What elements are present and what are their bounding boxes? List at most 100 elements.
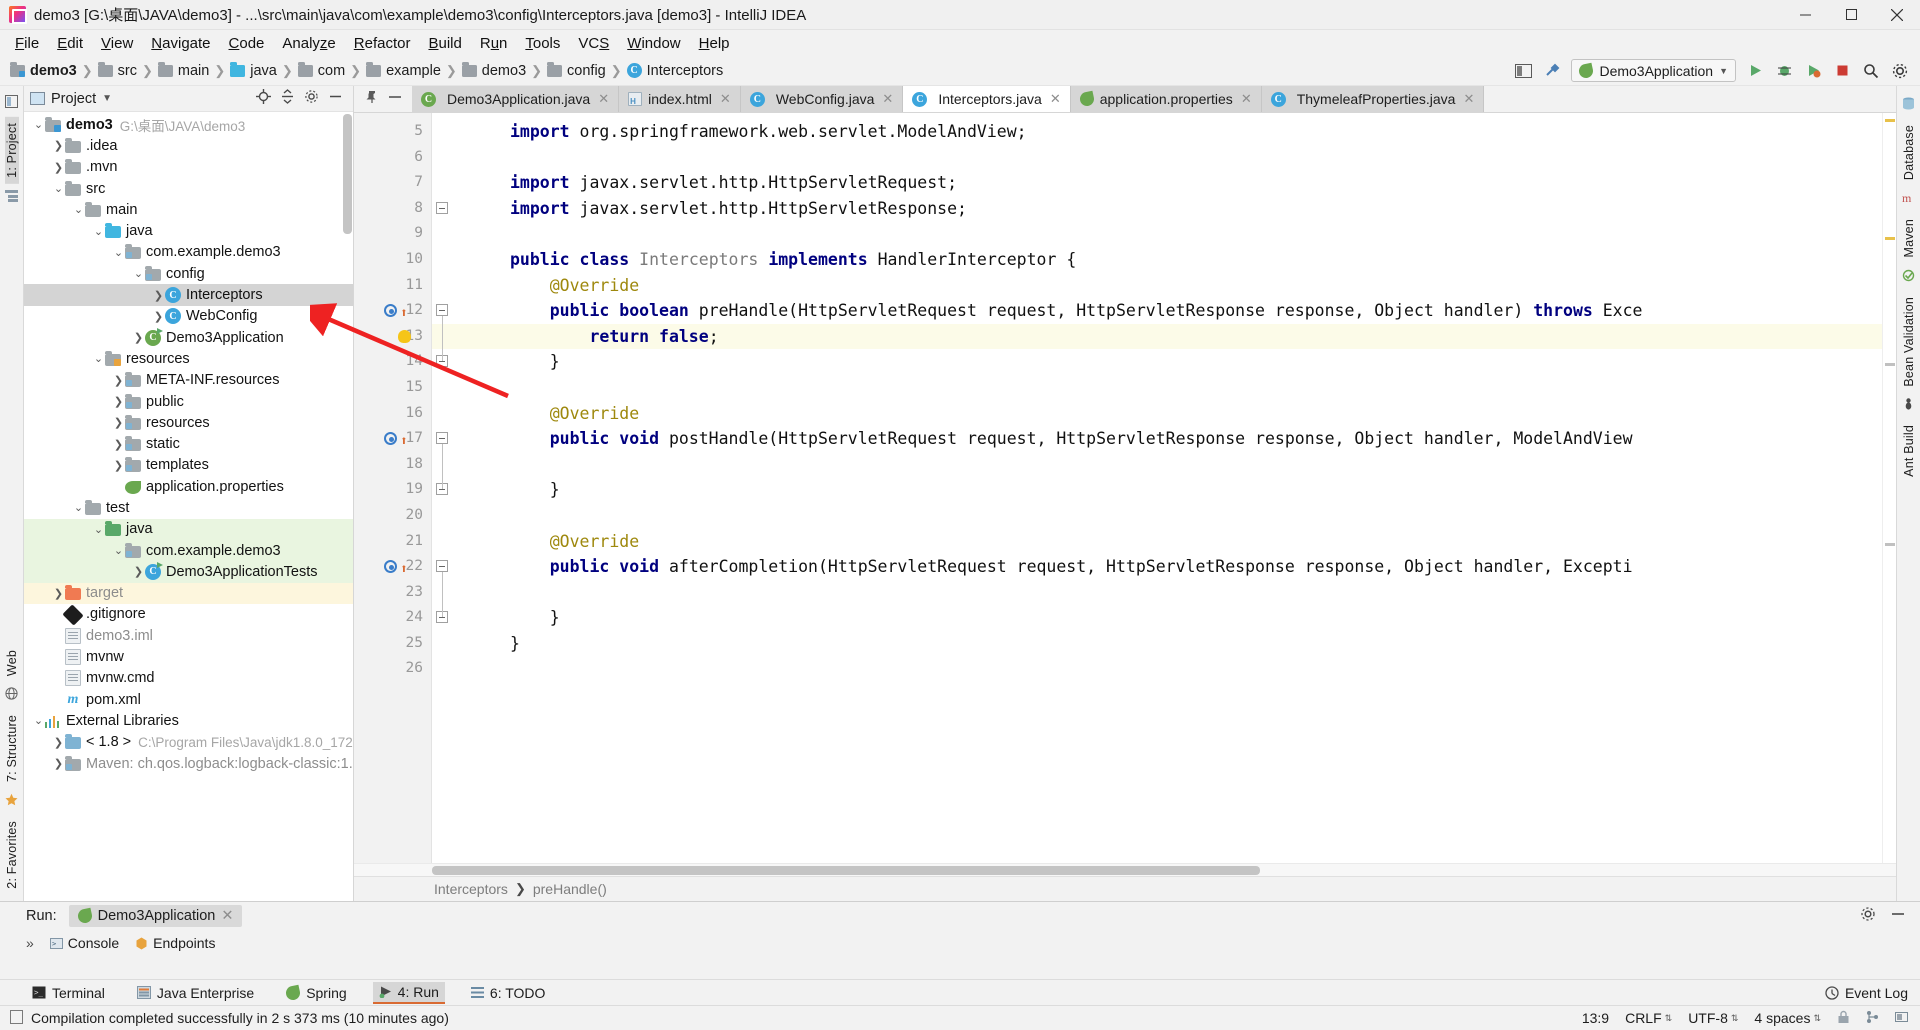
tree-node-interceptors[interactable]: ❯ C Interceptors <box>24 284 353 306</box>
hammer-icon[interactable] <box>1542 61 1562 81</box>
tree-node-gitignore[interactable]: .gitignore <box>24 604 353 626</box>
gutter-line-25[interactable]: 25 <box>354 631 431 657</box>
run-subtab-endpoints[interactable]: Endpoints <box>135 935 215 951</box>
tree-node-test[interactable]: ⌄ test <box>24 497 353 518</box>
tree-node-templates[interactable]: ❯ templates <box>24 455 353 476</box>
tree-node-demo3application[interactable]: ❯ C Demo3Application <box>24 327 353 348</box>
gutter-line-7[interactable]: 7 <box>354 170 431 196</box>
code-line-14[interactable]: } <box>432 349 1882 375</box>
tree-node-config[interactable]: ⌄ config <box>24 263 353 284</box>
breadcrumb-class[interactable]: Interceptors <box>434 881 508 897</box>
code-line-8[interactable]: import javax.servlet.http.HttpServletRes… <box>432 196 1882 222</box>
tree-node-external-libraries[interactable]: ⌄ External Libraries <box>24 710 353 731</box>
code-line-13[interactable]: return false; <box>432 323 1882 350</box>
stop-icon[interactable] <box>1832 61 1852 81</box>
hide-panel-icon[interactable] <box>328 89 343 108</box>
run-gutter-icon[interactable] <box>384 432 397 446</box>
event-log-button[interactable]: Event Log <box>1825 985 1908 1001</box>
project-tree[interactable]: ⌄ demo3 G:\桌面\JAVA\demo3 ❯ .idea ❯ .mvn ⌄ src ⌄ ma… <box>24 112 353 901</box>
scroll-from-source-icon[interactable] <box>256 89 271 108</box>
lock-icon[interactable] <box>1837 1010 1850 1027</box>
database-icon[interactable] <box>1902 97 1915 114</box>
editor-tab-interceptors-java[interactable]: C Interceptors.java ✕ <box>903 86 1071 112</box>
gutter-line-13[interactable]: 13 <box>354 324 431 350</box>
close-button[interactable] <box>1874 0 1920 30</box>
tree-node-static[interactable]: ❯ static <box>24 433 353 454</box>
breadcrumb-method[interactable]: preHandle() <box>533 881 607 897</box>
code-line-16[interactable]: @Override <box>432 401 1882 427</box>
twisty-expanded-icon[interactable]: ⌄ <box>72 203 85 216</box>
navbar-crumb-demo3[interactable]: demo3 <box>10 61 77 79</box>
tree-node-demo3applicationtests[interactable]: ❯ C Demo3ApplicationTests <box>24 561 353 583</box>
sidebar-item-maven[interactable]: Maven <box>1902 213 1916 264</box>
gutter-line-8[interactable]: 8 <box>354 196 431 222</box>
tree-node-src[interactable]: ⌄ src <box>24 178 353 199</box>
twisty-expanded-icon[interactable]: ⌄ <box>92 352 105 365</box>
editor-tab-index-html[interactable]: index.html ✕ <box>619 86 741 112</box>
tree-node-webconfig[interactable]: ❯ C WebConfig <box>24 306 353 327</box>
preview-icon[interactable] <box>1513 61 1533 81</box>
tree-node-pom-xml[interactable]: m pom.xml <box>24 689 353 710</box>
tool-button-terminal[interactable]: >_ Terminal <box>26 983 111 1003</box>
gutter-line-18[interactable]: 18 <box>354 452 431 478</box>
run-configuration-selector[interactable]: Demo3Application ▼ <box>1571 59 1736 82</box>
twisty-collapsed-icon[interactable]: ❯ <box>52 587 65 600</box>
tree-node-mvnw[interactable]: mvnw <box>24 646 353 667</box>
twisty-expanded-icon[interactable]: ⌄ <box>72 501 85 514</box>
maximize-button[interactable] <box>1828 0 1874 30</box>
tree-node-meta-inf-resources[interactable]: ❯ META-INF.resources <box>24 370 353 391</box>
close-icon[interactable]: ✕ <box>221 908 233 924</box>
code-line-5[interactable]: import org.springframework.web.servlet.M… <box>432 119 1882 145</box>
tree-node-demo3[interactable]: ⌄ demo3 G:\桌面\JAVA\demo3 <box>24 114 353 135</box>
close-icon[interactable]: ✕ <box>598 91 609 107</box>
navbar-crumb-interceptors[interactable]: C Interceptors <box>626 63 723 79</box>
menu-help[interactable]: Help <box>690 33 739 54</box>
collapse-all-icon[interactable] <box>280 89 295 108</box>
run-tab-demo3application[interactable]: Demo3Application ✕ <box>68 905 243 927</box>
gutter-line-15[interactable]: 15 <box>354 375 431 401</box>
search-icon[interactable] <box>1861 61 1881 81</box>
memory-indicator-icon[interactable] <box>1895 1010 1908 1027</box>
sidebar-item-bean-validation[interactable]: Bean Validation <box>1902 291 1916 393</box>
editor-gutter[interactable]: 5 6 7 8 9 10 11 ⬆ 12 13 14 15 16 ⬆ 17 18 19 20 21 ⬆ 22 23 24 25… <box>354 113 432 863</box>
error-stripe-marker-pane[interactable] <box>1882 113 1896 863</box>
twisty-collapsed-icon[interactable]: ❯ <box>52 736 65 749</box>
sidebar-item-favorites[interactable]: 2: Favorites <box>5 815 19 895</box>
tree-node-mvn[interactable]: ❯ .mvn <box>24 157 353 178</box>
twisty-expanded-icon[interactable]: ⌄ <box>92 225 105 238</box>
hide-editor-icon[interactable] <box>388 90 402 108</box>
tree-node-resources[interactable]: ⌄ resources <box>24 348 353 369</box>
close-icon[interactable]: ✕ <box>1241 91 1252 107</box>
code-line-11[interactable]: @Override <box>432 273 1882 299</box>
tree-node-com-example-demo3[interactable]: ⌄ com.example.demo3 <box>24 539 353 562</box>
code-line-20[interactable] <box>432 503 1882 529</box>
sidebar-item-database[interactable]: Database <box>1902 119 1916 186</box>
menu-run[interactable]: Run <box>471 33 517 54</box>
tree-node-resources[interactable]: ❯ resources <box>24 412 353 433</box>
twisty-collapsed-icon[interactable]: ❯ <box>52 161 65 174</box>
editor-horizontal-scrollbar-track[interactable] <box>354 863 1896 876</box>
twisty-collapsed-icon[interactable]: ❯ <box>152 289 165 302</box>
tree-node-maven-ch-qos-logback-logback-classic-1-2-3[interactable]: ❯ Maven: ch.qos.logback:logback-classic:1… <box>24 753 353 774</box>
sidebar-item-ant-build[interactable]: Ant Build <box>1902 419 1916 483</box>
twisty-collapsed-icon[interactable]: ❯ <box>112 374 125 387</box>
gutter-line-17[interactable]: ⬆ 17 <box>354 426 431 452</box>
gutter-line-26[interactable]: 26 <box>354 656 431 682</box>
twisty-collapsed-icon[interactable]: ❯ <box>152 310 165 323</box>
code-line-18[interactable] <box>432 452 1882 478</box>
tree-node-idea[interactable]: ❯ .idea <box>24 135 353 156</box>
twisty-collapsed-icon[interactable]: ❯ <box>132 565 145 578</box>
code-line-6[interactable] <box>432 145 1882 171</box>
twisty-collapsed-icon[interactable]: ❯ <box>112 459 125 472</box>
navbar-crumb-demo3-pkg[interactable]: demo3 <box>461 61 526 79</box>
code-fold-icon[interactable] <box>436 304 448 317</box>
code-fold-icon[interactable] <box>436 560 448 573</box>
encoding-selector[interactable]: UTF-8 ⇅ <box>1688 1010 1738 1026</box>
gutter-line-14[interactable]: 14 <box>354 349 431 375</box>
tool-button-spring[interactable]: Spring <box>280 983 352 1003</box>
code-line-21[interactable]: @Override <box>432 529 1882 555</box>
tree-node-target[interactable]: ❯ target <box>24 582 353 604</box>
twisty-collapsed-icon[interactable]: ❯ <box>112 395 125 408</box>
navbar-crumb-config[interactable]: config <box>547 61 606 79</box>
twisty-expanded-icon[interactable]: ⌄ <box>32 118 45 131</box>
